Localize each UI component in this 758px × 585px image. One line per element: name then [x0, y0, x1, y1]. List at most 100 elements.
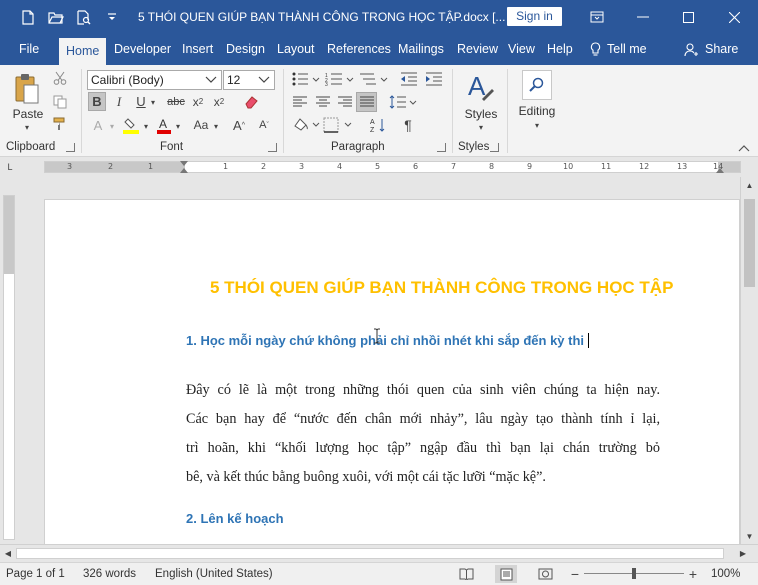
styles-launcher-icon[interactable] [490, 143, 499, 152]
zoom-out-icon[interactable]: − [570, 566, 580, 582]
font-color-icon[interactable]: A [155, 116, 173, 134]
right-indent-marker[interactable] [716, 168, 724, 173]
vertical-scroll-thumb[interactable] [744, 199, 755, 287]
zoom-level[interactable]: 100% [711, 568, 740, 580]
tab-review[interactable]: Review [457, 34, 498, 65]
font-color-dropdown-icon[interactable]: ▾ [174, 118, 182, 134]
tab-selector-icon[interactable]: L [4, 160, 16, 174]
format-painter-icon[interactable] [52, 116, 68, 132]
zoom-slider-thumb[interactable] [632, 568, 636, 579]
tell-me-search[interactable]: Tell me [590, 34, 647, 65]
align-center-icon[interactable] [314, 94, 332, 110]
paragraph-line[interactable]: Đây có lẽ là một trong những thói quen c… [186, 376, 660, 405]
document-area[interactable]: 5 THÓI QUEN GIÚP BẠN THÀNH CÔNG TRONG HỌ… [18, 177, 740, 544]
increase-indent-icon[interactable] [424, 71, 444, 87]
copy-icon[interactable] [52, 94, 68, 110]
decrease-indent-icon[interactable] [399, 71, 419, 87]
sign-in-button[interactable]: Sign in [507, 7, 562, 26]
scroll-left-icon[interactable]: ◀ [3, 548, 13, 559]
tab-file[interactable]: File [19, 34, 39, 65]
ribbon-display-options-icon[interactable] [574, 0, 620, 34]
horizontal-scrollbar[interactable]: ◀ ▶ [0, 544, 758, 562]
tab-insert[interactable]: Insert [182, 34, 213, 65]
italic-icon[interactable]: I [111, 92, 127, 111]
document-title[interactable]: 5 THÓI QUEN GIÚP BẠN THÀNH CÔNG TRONG HỌ… [210, 278, 673, 298]
line-spacing-icon[interactable] [389, 94, 417, 110]
language-indicator[interactable]: English (United States) [155, 568, 273, 580]
styles-icon[interactable]: A [466, 71, 496, 105]
paragraph-line[interactable]: Các bạn hay để “nước đến chân mới nhảy”,… [186, 405, 660, 434]
tab-layout[interactable]: Layout [277, 34, 315, 65]
underline-icon[interactable]: U [133, 92, 149, 111]
font-launcher-icon[interactable] [268, 143, 277, 152]
body-paragraph[interactable]: Đây có lẽ là một trong những thói quen c… [186, 376, 660, 492]
tab-home[interactable]: Home [59, 38, 107, 65]
tab-design[interactable]: Design [226, 34, 265, 65]
scroll-down-icon[interactable]: ▼ [744, 531, 755, 541]
text-effects-dropdown-icon[interactable]: ▾ [108, 118, 116, 134]
styles-dropdown-icon[interactable]: ▾ [476, 123, 486, 132]
tab-references[interactable]: References [327, 34, 391, 65]
new-document-icon[interactable] [14, 0, 42, 34]
heading-2[interactable]: 2. Lên kế hoạch [186, 511, 284, 526]
document-page[interactable]: 5 THÓI QUEN GIÚP BẠN THÀNH CÔNG TRONG HỌ… [44, 199, 740, 544]
tab-mailings[interactable]: Mailings [398, 34, 444, 65]
highlight-color-icon[interactable] [121, 116, 141, 134]
justify-icon[interactable] [356, 92, 377, 112]
text-effects-icon[interactable]: A [89, 116, 107, 134]
highlight-dropdown-icon[interactable]: ▾ [142, 118, 150, 134]
vertical-ruler[interactable] [3, 195, 15, 540]
shrink-font-icon[interactable]: Aˇ [256, 116, 272, 134]
heading-1[interactable]: 1. Học mỗi ngày chứ không phải chỉ nhồi … [186, 333, 590, 348]
maximize-icon[interactable] [665, 0, 711, 34]
cut-icon[interactable] [52, 70, 68, 86]
close-icon[interactable] [711, 0, 757, 34]
collapse-ribbon-icon[interactable] [737, 143, 751, 153]
bullets-icon[interactable] [292, 71, 320, 87]
clear-formatting-icon[interactable] [241, 92, 261, 111]
word-count[interactable]: 326 words [83, 568, 136, 580]
change-case-dropdown-icon[interactable]: ▾ [212, 118, 220, 134]
font-name-combo[interactable]: Calibri (Body) [87, 70, 222, 90]
font-size-combo[interactable]: 12 [223, 70, 275, 90]
superscript-icon[interactable]: x2 [210, 92, 228, 111]
hanging-indent-marker[interactable] [180, 168, 188, 173]
paste-icon[interactable] [12, 71, 42, 107]
paragraph-launcher-icon[interactable] [437, 143, 446, 152]
change-case-icon[interactable]: Aa [190, 116, 212, 134]
tab-view[interactable]: View [508, 34, 535, 65]
vertical-scrollbar[interactable]: ▲ ▼ [740, 177, 758, 544]
zoom-in-icon[interactable]: + [688, 566, 698, 582]
bold-icon[interactable]: B [88, 92, 106, 111]
borders-icon[interactable] [323, 116, 353, 134]
shading-icon[interactable] [292, 116, 320, 134]
strikethrough-icon[interactable]: abc [166, 92, 186, 111]
web-layout-icon[interactable] [537, 567, 553, 581]
scroll-right-icon[interactable]: ▶ [738, 548, 748, 559]
open-folder-icon[interactable] [42, 0, 70, 34]
search-icon[interactable] [522, 70, 552, 100]
align-right-icon[interactable] [336, 94, 354, 110]
show-formatting-marks-icon[interactable]: ¶ [399, 116, 417, 134]
paste-dropdown-icon[interactable]: ▾ [22, 123, 32, 132]
tab-developer[interactable]: Developer [114, 34, 171, 65]
numbering-icon[interactable]: 123 [325, 71, 355, 87]
grow-font-icon[interactable]: A ^ [231, 116, 247, 134]
subscript-icon[interactable]: x2 [189, 92, 207, 111]
styles-label[interactable]: Styles [463, 107, 499, 121]
paragraph-line[interactable]: bê, và kết thúc bằng buông xuôi, với một… [186, 463, 660, 492]
sort-icon[interactable]: AZ [369, 116, 387, 134]
page-count[interactable]: Page 1 of 1 [6, 568, 65, 580]
share-button[interactable]: Share [684, 34, 738, 65]
read-mode-icon[interactable] [458, 567, 474, 581]
paste-label[interactable]: Paste [12, 107, 44, 121]
scroll-up-icon[interactable]: ▲ [744, 180, 755, 190]
editing-dropdown-icon[interactable]: ▾ [532, 121, 542, 130]
align-left-icon[interactable] [291, 94, 309, 110]
underline-dropdown-icon[interactable]: ▾ [149, 93, 157, 112]
editing-label[interactable]: Editing [512, 104, 562, 118]
horizontal-ruler[interactable]: 3 2 1 1 2 3 4 5 6 7 8 9 10 11 12 13 14 [44, 161, 741, 173]
horizontal-scroll-thumb[interactable] [16, 548, 724, 559]
print-preview-icon[interactable] [70, 0, 98, 34]
print-layout-icon[interactable] [495, 565, 517, 583]
